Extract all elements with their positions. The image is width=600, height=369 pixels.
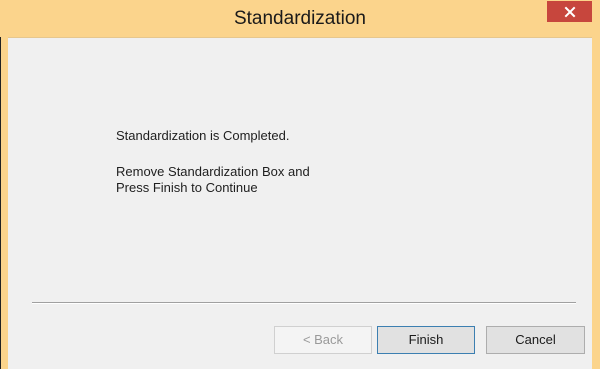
finish-button[interactable]: Finish xyxy=(377,326,475,354)
button-divider xyxy=(32,302,576,304)
dialog-window: Standardization Standardization is Compl… xyxy=(0,0,600,369)
close-icon xyxy=(564,6,575,17)
close-button[interactable] xyxy=(547,1,592,22)
instruction-line-2: Press Finish to Continue xyxy=(116,180,258,195)
instruction-line-1: Remove Standardization Box and xyxy=(116,164,310,179)
status-message: Standardization is Completed. xyxy=(116,128,290,143)
back-button[interactable]: < Back xyxy=(274,326,372,354)
title-bar[interactable]: Standardization xyxy=(0,0,600,37)
window-edge xyxy=(0,37,1,369)
dialog-title: Standardization xyxy=(233,8,367,29)
dialog-body: Standardization is Completed. Remove Sta… xyxy=(8,37,592,369)
cancel-button[interactable]: Cancel xyxy=(486,326,585,354)
